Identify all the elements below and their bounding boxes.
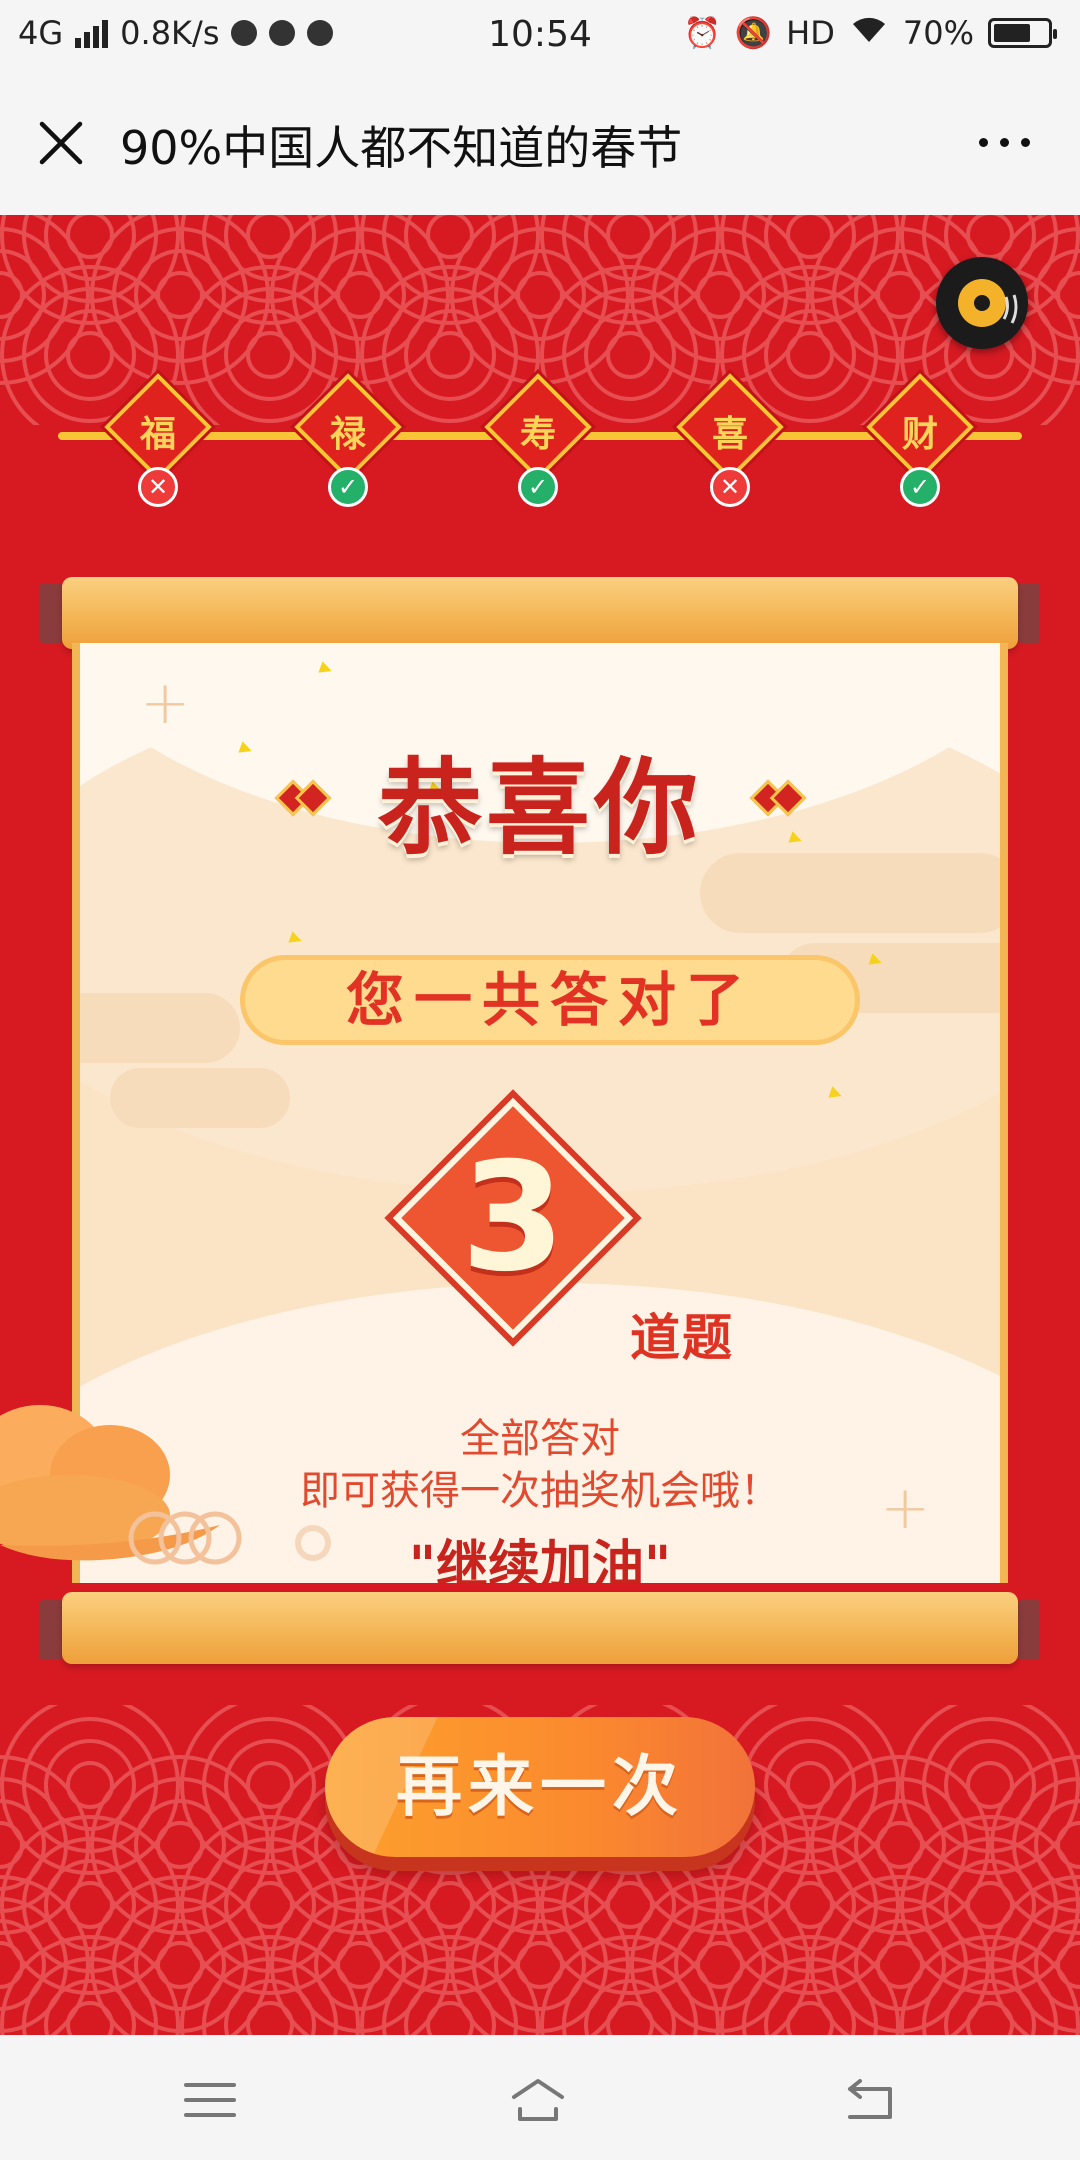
system-nav-bar [0, 2035, 1080, 2160]
alarm-icon: ⏰ [683, 15, 721, 51]
battery-percent: 70% [902, 14, 974, 52]
back-icon[interactable] [840, 2075, 900, 2125]
cross-icon: ✕ [138, 467, 178, 507]
menu-icon[interactable] [180, 2075, 240, 2125]
check-icon: ✓ [328, 467, 368, 507]
page-title: 90%中国人都不知道的春节 [120, 121, 683, 175]
subheading-pill: 您一共答对了 [240, 955, 860, 1045]
try-again-label: 再来一次 [396, 1748, 684, 1825]
status-bar: 4G 0.8K/s 10:54 ⏰ 🔕 HD 70% [0, 0, 1080, 72]
status-right: ⏰ 🔕 HD 70% [683, 14, 1057, 52]
scroll-rod-end [40, 583, 62, 643]
progress-node-2: 禄 ✓ [294, 373, 402, 513]
score-unit: 道题 [630, 1308, 734, 1367]
progress-node-3: 寿 ✓ [484, 373, 592, 513]
battery-icon [988, 18, 1057, 48]
congrats-heading: 恭喜你 [377, 746, 702, 869]
title-bar: 90%中国人都不知道的春节 [0, 72, 1080, 215]
score-value: 3 [460, 1131, 566, 1305]
progress-node-1: 福 ✕ [104, 373, 212, 513]
scroll-rod-end [1018, 1600, 1040, 1660]
cloud-icon [0, 1405, 242, 1565]
scroll-top-rod [62, 577, 1018, 649]
check-icon: ✓ [900, 467, 940, 507]
close-icon[interactable] [36, 118, 86, 168]
progress-node-4: 喜 ✕ [676, 373, 784, 513]
progress-node-5: 财 ✓ [866, 373, 974, 513]
cross-icon: ✕ [710, 467, 750, 507]
home-icon[interactable] [508, 2075, 568, 2125]
scroll-rod-end [1018, 583, 1040, 643]
node-char: 寿 [519, 413, 556, 455]
check-icon: ✓ [518, 467, 558, 507]
node-char: 禄 [329, 413, 366, 455]
try-again-button[interactable]: 再来一次 [325, 1717, 755, 1857]
scroll-bottom-rod [62, 1592, 1018, 1664]
quiz-result-screen: 福 ✕ 禄 ✓ 寿 ✓ 喜 ✕ 财 ✓ + + 恭喜你 您一共答对了 3 道题 全部答对 即可获得… [0, 215, 1080, 2035]
wifi-icon [849, 14, 889, 52]
node-char: 福 [139, 413, 176, 455]
more-options-icon[interactable] [979, 138, 1030, 147]
scroll-rod-end [40, 1600, 62, 1660]
hd-indicator: HD [786, 14, 835, 52]
node-char: 财 [901, 413, 938, 455]
music-toggle-icon[interactable] [936, 257, 1028, 349]
node-char: 喜 [711, 413, 748, 455]
mute-icon: 🔕 [734, 15, 773, 51]
